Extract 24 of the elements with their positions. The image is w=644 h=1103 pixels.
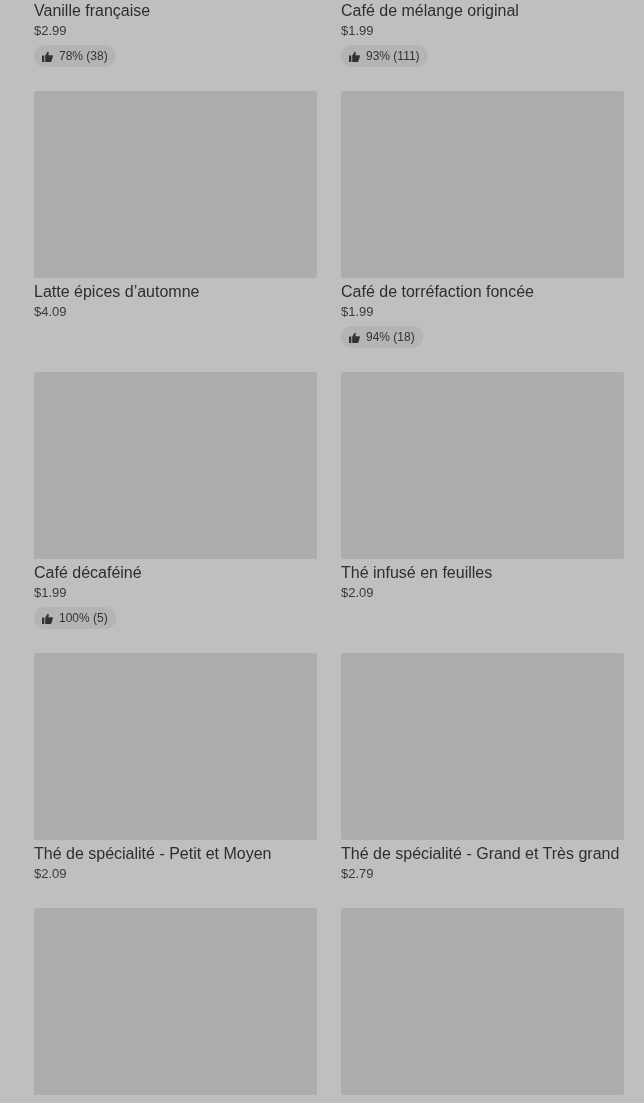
item-title[interactable]: Thé infusé en feuilles (341, 563, 493, 583)
item-price: $2.99 (34, 22, 67, 40)
item-title[interactable]: Thé de spécialité - Petit et Moyen (34, 844, 272, 864)
thumbs-up-icon (349, 50, 360, 62)
item-price: $2.79 (341, 865, 374, 883)
item-title[interactable]: Café de torréfaction foncée (341, 282, 534, 302)
thumbs-up-icon (42, 612, 53, 624)
rating-badge: 94% (18) (341, 326, 423, 348)
item-title[interactable]: Latte épices d’automne (34, 282, 200, 302)
item-title[interactable]: Café décaféiné (34, 563, 142, 583)
item-price: $1.99 (341, 22, 374, 40)
thumbs-up-icon (349, 331, 360, 343)
item-title[interactable]: Thé de spécialité - Grand et Très grand (341, 844, 620, 864)
item-price: $1.99 (341, 303, 374, 321)
item-price: $1.99 (34, 584, 67, 602)
rating-badge: 100% (5) (34, 607, 116, 629)
item-price: $4.09 (34, 303, 67, 321)
item-title[interactable]: Vanille française (34, 1, 151, 21)
rating-badge: 78% (38) (34, 45, 116, 67)
thumbs-up-icon (42, 50, 53, 62)
item-price: $2.09 (34, 865, 67, 883)
item-title[interactable]: Café de mélange original (341, 1, 519, 21)
item-price: $2.09 (341, 584, 374, 602)
rating-badge: 93% (111) (341, 45, 428, 67)
